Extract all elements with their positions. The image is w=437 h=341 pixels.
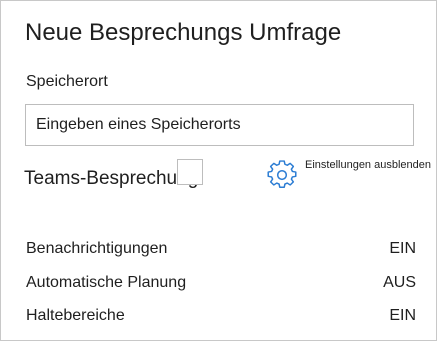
setting-value[interactable]: EIN	[389, 305, 416, 327]
gear-icon	[267, 160, 297, 188]
setting-label: Haltebereiche	[26, 307, 125, 324]
setting-value[interactable]: EIN	[389, 238, 416, 260]
setting-row-notifications[interactable]: Benachrichtigungen EIN	[26, 238, 416, 260]
panel-title: Neue Besprechungs Umfrage	[25, 19, 342, 46]
setting-label: Automatische Planung	[26, 274, 187, 291]
location-input[interactable]	[25, 104, 414, 146]
setting-row-holds[interactable]: Haltebereiche EIN	[26, 305, 416, 327]
teams-meeting-label: Teams-Besprechung	[24, 168, 199, 189]
hide-settings-link[interactable]: Einstellungen ausblenden	[267, 158, 431, 190]
setting-row-auto-scheduling[interactable]: Automatische Planung AUS	[26, 272, 416, 294]
new-meeting-poll-panel: Neue Besprechungs Umfrage Speicherort Te…	[0, 0, 437, 341]
hide-settings-label: Einstellungen ausblenden	[305, 159, 431, 171]
location-label: Speicherort	[26, 73, 108, 90]
setting-label: Benachrichtigungen	[26, 240, 168, 257]
teams-meeting-checkbox[interactable]	[177, 159, 203, 185]
setting-value[interactable]: AUS	[383, 272, 416, 294]
